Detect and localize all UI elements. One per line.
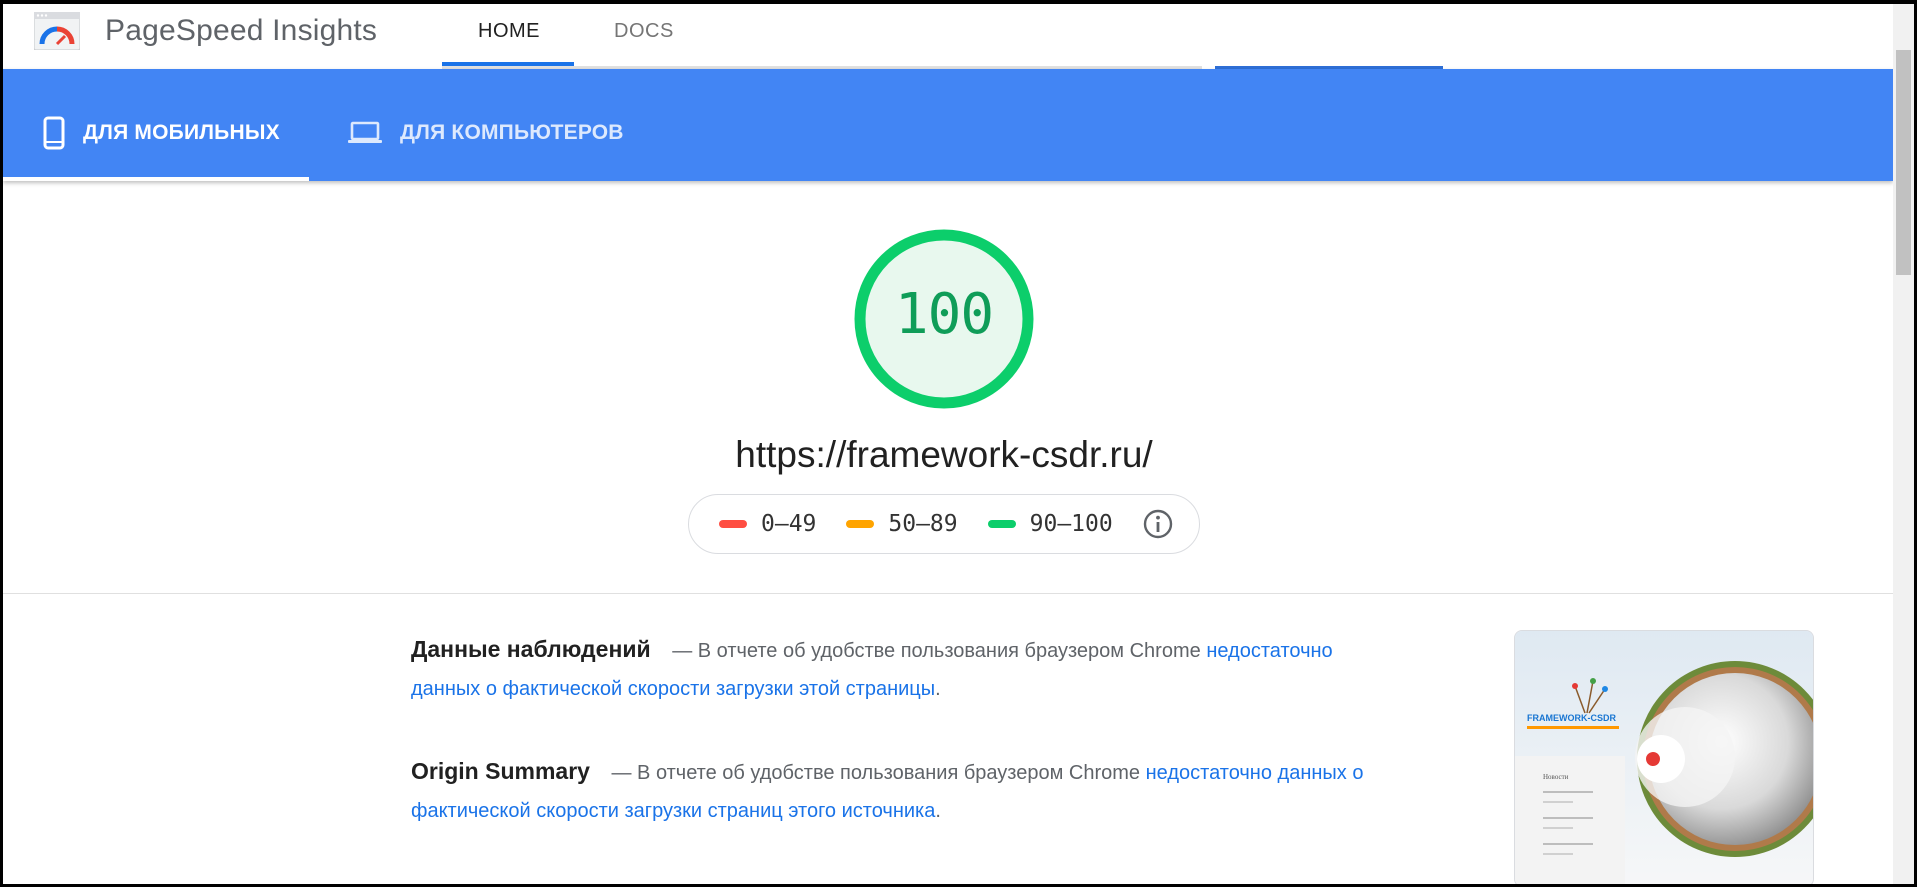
- score-legend: 0–49 50–89 90–100: [688, 494, 1200, 554]
- section-divider: [3, 593, 1893, 594]
- legend-item-mid: 50–89: [846, 511, 958, 537]
- origin-summary-tail: .: [935, 800, 941, 822]
- device-tab-bar: ДЛЯ МОБИЛЬНЫХ ДЛЯ КОМПЬЮТЕРОВ: [3, 69, 1893, 181]
- smartphone-icon: [43, 116, 65, 150]
- thumbnail-logo-text: FRAMEWORK-CSDR: [1527, 713, 1616, 723]
- analyzed-url: https://framework-csdr.ru/: [735, 434, 1153, 475]
- field-data-text: — В отчете об удобстве пользования брауз…: [672, 640, 1201, 662]
- origin-summary-text: — В отчете об удобстве пользования брауз…: [611, 762, 1141, 784]
- legend-mid-label: 50–89: [888, 511, 958, 537]
- legend-item-high: 90–100: [987, 511, 1113, 537]
- legend-high-label: 90–100: [1029, 511, 1113, 537]
- field-data-section: Данные наблюдений — В отчете об удобстве…: [411, 630, 1401, 708]
- info-icon[interactable]: [1143, 509, 1173, 539]
- pagespeed-logo-icon[interactable]: [34, 12, 80, 50]
- legend-low-label: 0–49: [761, 511, 817, 537]
- legend-item-low: 0–49: [719, 511, 816, 537]
- tab-desktop[interactable]: ДЛЯ КОМПЬЮТЕРОВ: [348, 118, 624, 148]
- origin-summary-title: Origin Summary: [411, 758, 590, 784]
- nav-home-tab[interactable]: HOME: [478, 20, 540, 43]
- screenshot-image: FRAMEWORK-CSDR Новости: [1515, 631, 1813, 886]
- top-header: PageSpeed Insights HOME DOCS: [0, 0, 1893, 69]
- laptop-icon: [348, 121, 382, 143]
- tab-desktop-label: ДЛЯ КОМПЬЮТЕРОВ: [400, 121, 624, 144]
- tab-mobile-label: ДЛЯ МОБИЛЬНЫХ: [83, 121, 280, 144]
- thumbnail-menu-item: Новости: [1543, 773, 1569, 781]
- active-nav-indicator: [442, 62, 574, 66]
- green-dash-icon: [987, 520, 1016, 528]
- performance-score: 100: [894, 282, 994, 347]
- origin-summary-section: Origin Summary — В отчете об удобстве по…: [411, 752, 1401, 830]
- nav-docs-tab[interactable]: DOCS: [614, 20, 674, 43]
- field-data-tail: .: [935, 678, 941, 700]
- app-title[interactable]: PageSpeed Insights: [105, 14, 377, 48]
- orange-dash-icon: [846, 520, 875, 528]
- red-dash-icon: [719, 520, 747, 528]
- page-screenshot-thumbnail: FRAMEWORK-CSDR Новости: [1514, 630, 1814, 887]
- scrollbar-thumb[interactable]: [1896, 50, 1911, 275]
- field-data-title: Данные наблюдений: [411, 636, 651, 662]
- tab-mobile[interactable]: ДЛЯ МОБИЛЬНЫХ: [43, 116, 280, 150]
- active-tab-indicator: [3, 177, 309, 181]
